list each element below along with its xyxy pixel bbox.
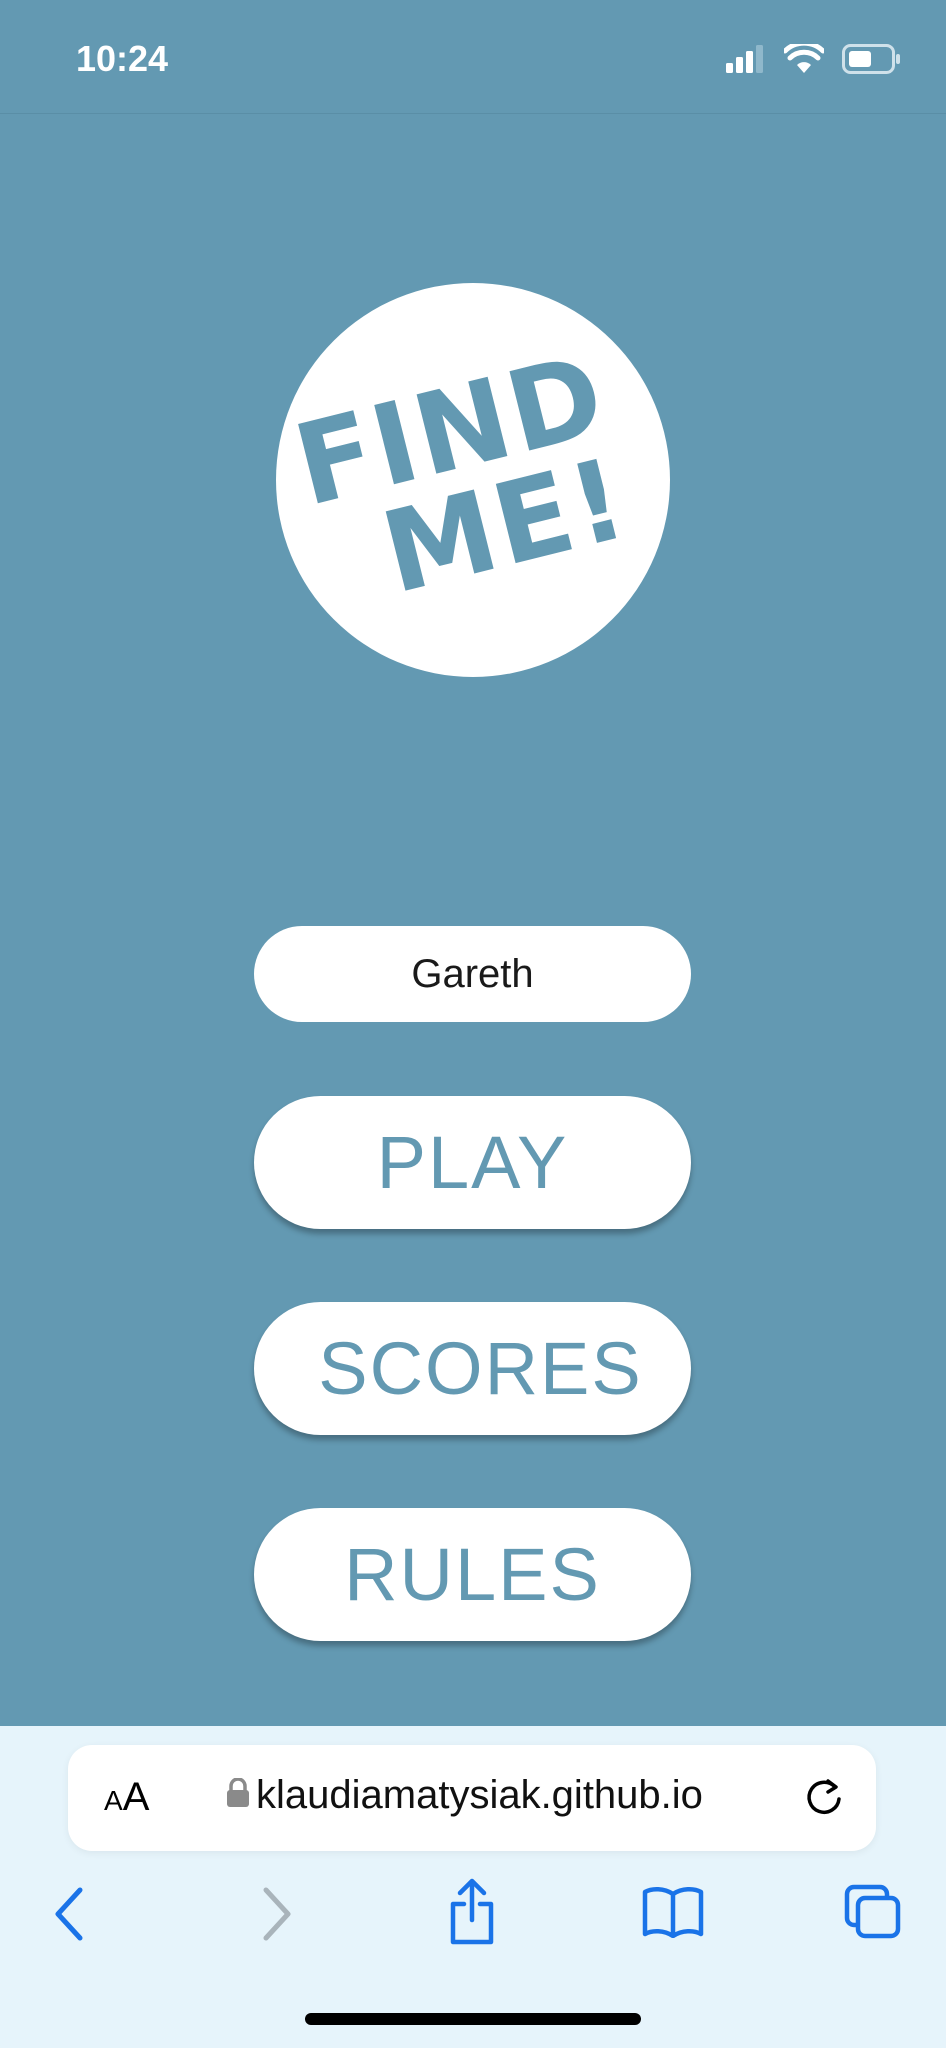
logo-text: FIND ME!: [234, 241, 712, 719]
address-bar[interactable]: A A klaudiamatysiak.github.io: [68, 1745, 876, 1851]
lock-icon: [226, 1777, 250, 1813]
text-size-big-label: A: [122, 1775, 150, 1819]
tabs-icon[interactable]: [844, 1884, 902, 1945]
home-indicator[interactable]: [305, 2013, 641, 2025]
status-bar: 10:24: [0, 0, 946, 114]
url-display[interactable]: klaudiamatysiak.github.io: [226, 1773, 703, 1818]
cellular-signal-icon: [726, 45, 766, 78]
url-text: klaudiamatysiak.github.io: [256, 1773, 703, 1817]
battery-icon: [842, 44, 902, 79]
play-button[interactable]: PLAY: [254, 1096, 691, 1229]
share-icon[interactable]: [446, 1878, 498, 1951]
wifi-icon: [782, 40, 826, 79]
back-icon[interactable]: [52, 1886, 88, 1947]
text-size-small-label: A: [104, 1785, 123, 1816]
bookmarks-icon[interactable]: [642, 1886, 704, 1943]
find-me-logo: FIND ME!: [276, 283, 670, 677]
player-name-input[interactable]: [254, 926, 691, 1022]
status-time: 10:24: [76, 38, 169, 79]
forward-icon[interactable]: [258, 1886, 294, 1947]
rules-button[interactable]: RULES: [254, 1508, 691, 1641]
status-icons: [726, 40, 902, 79]
text-size-button[interactable]: A A: [104, 1775, 149, 1820]
reload-icon[interactable]: [804, 1775, 846, 1824]
scores-button[interactable]: SCORES: [254, 1302, 691, 1435]
